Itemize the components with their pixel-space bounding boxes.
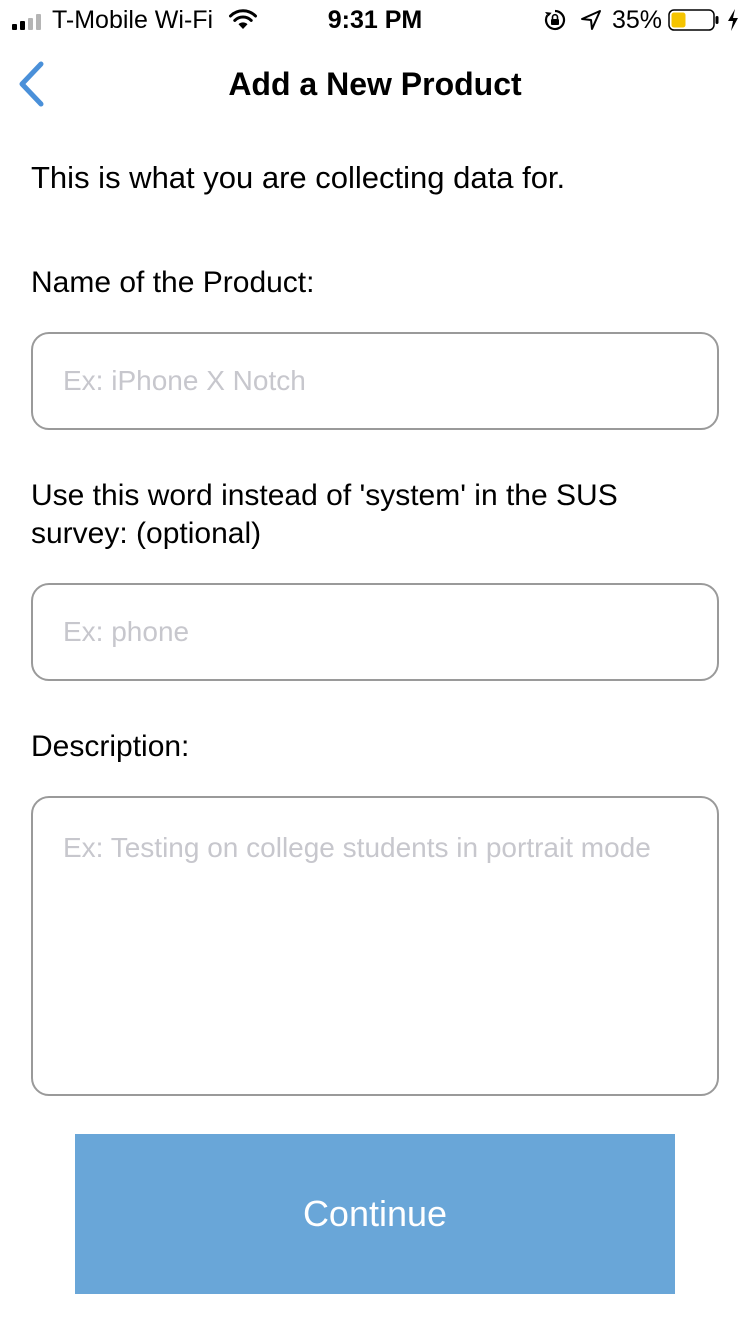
chevron-left-icon — [19, 61, 44, 107]
continue-button[interactable]: Continue — [75, 1134, 675, 1294]
product-name-input[interactable] — [31, 332, 719, 430]
intro-text: This is what you are collecting data for… — [31, 160, 566, 195]
carrier-label: T-Mobile Wi-Fi — [52, 6, 214, 34]
description-label: Description: — [31, 730, 190, 763]
page-title: Add a New Product — [228, 66, 522, 102]
wifi-icon — [229, 9, 257, 29]
system-word-label: Use this word instead of 'system' in the… — [31, 479, 618, 550]
signal-icon — [12, 14, 41, 30]
rotation-lock-icon — [544, 9, 566, 31]
system-word-input[interactable] — [31, 583, 719, 681]
battery-percent: 35% — [612, 6, 663, 34]
back-button[interactable] — [6, 52, 66, 116]
status-bar: T-Mobile Wi-Fi 9:31 PM 35% — [0, 0, 750, 40]
clock: 9:31 PM — [327, 6, 423, 34]
battery-icon — [668, 9, 719, 31]
location-arrow-icon — [581, 10, 601, 30]
charging-bolt-icon — [728, 9, 738, 31]
description-textarea[interactable] — [31, 796, 719, 1096]
product-name-label: Name of the Product: — [31, 266, 315, 299]
